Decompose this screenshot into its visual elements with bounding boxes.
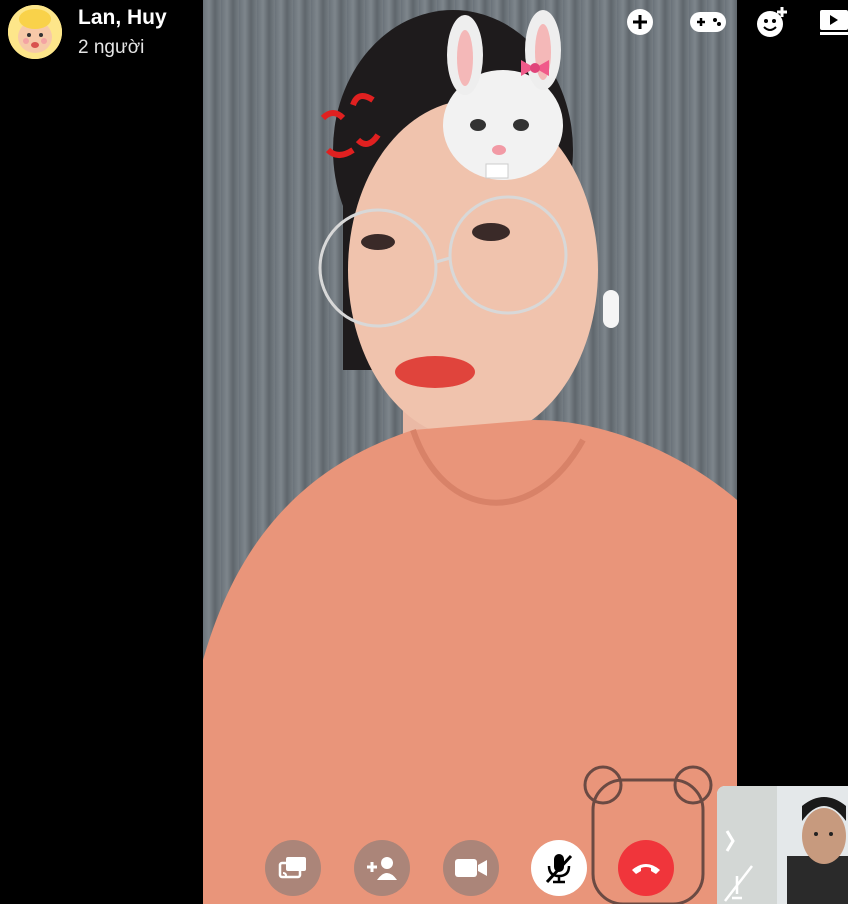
top-toolbar — [620, 6, 848, 38]
participant-count: 2 người — [78, 37, 145, 58]
video-toggle-button[interactable] — [443, 840, 499, 896]
end-call-button[interactable] — [618, 840, 674, 896]
game-controller-icon[interactable] — [688, 6, 728, 38]
mute-button[interactable] — [531, 840, 587, 896]
microphone-muted-icon — [545, 854, 573, 884]
self-view[interactable] — [717, 786, 848, 904]
remote-video — [203, 0, 737, 904]
share-screen-button[interactable] — [265, 840, 321, 896]
watch-together-icon[interactable] — [818, 6, 848, 38]
conversation-title: Lan, Huy — [78, 6, 167, 29]
end-call-icon — [632, 864, 660, 874]
share-screen-icon — [278, 857, 306, 879]
add-effect-icon[interactable] — [756, 6, 788, 38]
call-controls — [265, 840, 685, 896]
video-camera-icon — [455, 859, 487, 877]
call-header: Lan, Huy 2 người — [0, 0, 200, 70]
add-icon[interactable] — [624, 6, 656, 38]
add-person-button[interactable] — [354, 840, 410, 896]
group-avatar[interactable] — [8, 5, 62, 59]
add-person-icon — [367, 857, 397, 880]
